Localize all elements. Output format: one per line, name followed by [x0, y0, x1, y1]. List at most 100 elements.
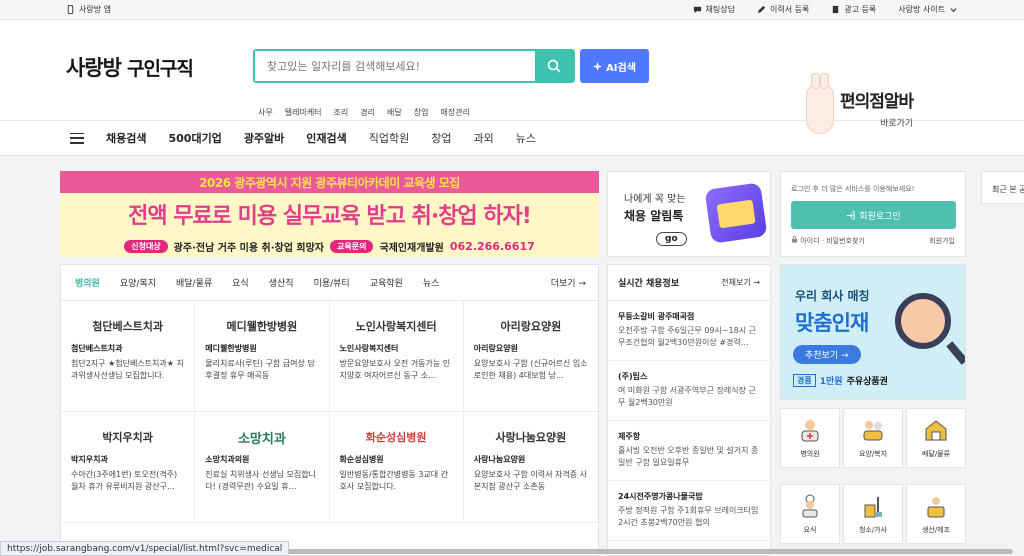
find-account-label: 아이디 · 비밀번호찾기 [800, 237, 865, 245]
tab-news[interactable]: 뉴스 [423, 276, 440, 289]
company-name: 제주항 [618, 432, 641, 441]
more-label: 더보기 [550, 279, 576, 289]
category-care[interactable]: 요양/복지 [843, 408, 903, 468]
doctor-icon [801, 420, 819, 442]
job-card[interactable]: 노인사랑복지센터 노인사랑복지센터 방문요양보호사 오전 거동가능 인지양호 여… [329, 301, 464, 412]
resume-register-link[interactable]: 이력서 등록 [757, 4, 809, 15]
tab-delivery[interactable]: 배달/물류 [176, 276, 212, 289]
company-logo: 소망치과 [237, 431, 286, 447]
site-logo[interactable]: 사랑방 구인구직 [66, 52, 194, 82]
keyword-link[interactable]: 조리 [334, 107, 349, 118]
company-name: 아리랑요양원 [473, 344, 518, 353]
recommend-button[interactable]: 추천보기 → [793, 345, 861, 364]
job-card[interactable]: 메디웰한방병원 메디웰한방병원 물리치료사(루틴) 구함 급여상 담후결정 휴무… [195, 301, 330, 412]
realtime-job-item[interactable]: (주)팁스 여 미화원 구함 서광주역부근 장례식장 근무 월2백30만원 [608, 361, 770, 421]
promo-footer: 신청대상 광주·전남 거주 미용 취·창업 희망자 교육문의 국제인재개발원 0… [60, 235, 599, 257]
realtime-jobs-panel: 실시간 채용정보 전체보기 → 무등소갈비 광주매곡점 오전주방 구함 주6일근… [607, 264, 771, 556]
search-button[interactable] [535, 51, 573, 81]
alim-go-button[interactable]: go [656, 232, 687, 246]
app-link[interactable]: 사랑방 앱 [66, 4, 111, 15]
keyword-link[interactable]: 매장관리 [440, 107, 469, 118]
recently-viewed-panel[interactable]: 최근 본 공 [981, 171, 1024, 204]
member-login-button[interactable]: 회원로그인 [791, 201, 956, 229]
view-all-label: 전체보기 [721, 278, 751, 287]
tab-care[interactable]: 요양/복지 [120, 276, 156, 289]
job-card[interactable]: 박지우치과 박지우치과 수아간(3주에1번) 토오전(격주) 월차 휴가 유류비… [61, 412, 196, 523]
tab-academy[interactable]: 교육학원 [370, 276, 403, 289]
lock-icon [791, 236, 798, 243]
realtime-view-all-link[interactable]: 전체보기 → [721, 277, 760, 288]
tab-hospital[interactable]: 병의원 [75, 276, 100, 289]
job-card[interactable]: 첨단베스트치과 첨단베스트치과 첨단2지구 ★첨단베스트치과★ 치과위생사선생님… [61, 301, 196, 412]
tab-food[interactable]: 요식 [232, 276, 249, 289]
sparkle-icon [593, 61, 603, 71]
company-logo: 메디웰한방병원 [226, 320, 298, 333]
keyword-link[interactable]: 사무 [258, 107, 273, 118]
ad-register-link[interactable]: 광고 등록 [831, 4, 876, 15]
realtime-job-item[interactable]: 무등소갈비 광주매곡점 오전주방 구함 주6일근무 09시~18시 근무조건협의… [608, 301, 770, 361]
caregiver-icon [863, 421, 883, 441]
header: 사랑방 구인구직 AI검색 사무 텔레마케터 조리 경리 배달 창업 매장관리 … [0, 20, 1024, 134]
realtime-job-item[interactable]: 24시전주명가콩나물국밥 주방 정직원 구함 주1회휴무 브레이크타임2시간 초… [608, 481, 770, 541]
job-grid: 첨단베스트치과 첨단베스트치과 첨단2지구 ★첨단베스트치과★ 치과위생사선생님… [61, 301, 598, 523]
category-job-panel: 병의원 요양/복지 배달/물류 요식 생산직 미용/뷰티 교육학원 뉴스 더보기… [60, 264, 599, 556]
menu-icon[interactable] [70, 132, 84, 144]
job-card[interactable]: 사랑나눔요양원 사랑나눔요양원 요양보호사 구함 이력서 자격증 사본지참 광산… [463, 412, 598, 523]
ad-label: 광고 등록 [844, 5, 877, 14]
job-card[interactable]: 화순성심병원 화순성심병원 일반병동/통합간병병동 3교대 간호사 모집합니다. [329, 412, 464, 523]
promo-contact: 국제인재개발원 [379, 242, 444, 254]
keyword-link[interactable]: 경리 [360, 107, 375, 118]
nav-news[interactable]: 뉴스 [516, 130, 536, 146]
keyword-link[interactable]: 텔레마케터 [285, 107, 322, 118]
convenience-store-banner[interactable]: 편의점알바 바로가기 [806, 73, 914, 134]
popular-keywords: 사무 텔레마케터 조리 경리 배달 창업 매장관리 [258, 107, 470, 118]
nav-startup[interactable]: 창업 [431, 130, 451, 146]
horizontal-scrollbar[interactable] [253, 549, 1013, 554]
category-label: 요식 [803, 525, 817, 534]
category-hospital[interactable]: 병의원 [780, 408, 840, 468]
realtime-title: 실시간 채용정보 [618, 279, 680, 289]
banner-title: 편의점알바 [840, 92, 914, 112]
category-delivery[interactable]: 배달/물류 [906, 408, 966, 468]
chef-icon [802, 494, 818, 517]
category-cleaning[interactable]: 청소/가사 [843, 483, 903, 544]
job-card[interactable]: 아리랑요양원 아리랑요양원 요양보호사 구함 (신규어르신 입소로인한 채용) … [463, 301, 598, 412]
tab-production[interactable]: 생산직 [269, 276, 294, 289]
more-link[interactable]: 더보기 → [551, 276, 586, 289]
job-card[interactable]: 소망치과 소망치과의원 진료실 치위생사 선생님 모집합니다! (경력무관) 수… [195, 412, 330, 523]
join-link[interactable]: 회원가입 [929, 236, 955, 246]
category-tabs: 병의원 요양/복지 배달/물류 요식 생산직 미용/뷰티 교육학원 뉴스 더보기… [61, 265, 598, 301]
alim-line2: 채용 알림톡 [624, 209, 684, 223]
keyword-link[interactable]: 배달 [387, 107, 402, 118]
find-account-link[interactable]: 아이디 · 비밀번호찾기 [791, 236, 865, 246]
job-description: 진료실 치위생사 선생님 모집합니다! (경력무관) 수요일 휴… [205, 470, 316, 491]
category-production[interactable]: 생산/제조 [906, 483, 966, 544]
keyword-link[interactable]: 창업 [414, 107, 429, 118]
ai-search-button[interactable]: AI검색 [580, 49, 649, 83]
alimtalk-card[interactable]: 나에게 꼭 맞는 채용 알림톡 go [607, 171, 771, 257]
chevron-down-icon [950, 8, 957, 13]
login-button-label: 회원로그인 [859, 211, 901, 222]
search-input[interactable] [255, 51, 535, 81]
nav-top500[interactable]: 500대기업 [168, 130, 221, 146]
chat-consult-link[interactable]: 채팅상담 [693, 4, 735, 15]
promo-headline: 2026 광주광역시 지원 광주뷰티아카데미 교육생 모집 [60, 171, 599, 193]
nav-academy[interactable]: 직업학원 [369, 130, 409, 146]
reward-suffix: 주유상품권 [846, 377, 888, 387]
nav-job-search[interactable]: 채용검색 [106, 130, 146, 146]
nav-tutoring[interactable]: 과외 [474, 130, 494, 146]
nav-talent-search[interactable]: 인재검색 [306, 130, 346, 146]
nav-gwangju-alba[interactable]: 광주알바 [244, 130, 284, 146]
realtime-job-item[interactable]: 제주항 홀서빙 오전반 오후반 종일반 및 설거지 종일반 구함 일요일휴무 [608, 421, 770, 481]
sarangbang-sites-dropdown[interactable]: 사랑방 사이트 [898, 4, 958, 15]
talent-matching-ad[interactable]: 우리 회사 매칭 맞춤인재 추천보기 → 경품 1만원 주유상품권 [780, 264, 966, 400]
promo-banner[interactable]: 2026 광주광역시 지원 광주뷰티아카데미 교육생 모집 전액 무료로 미용 … [60, 171, 599, 257]
job-description: 첨단2지구 ★첨단베스트치과★ 치과위생사선생님 모집합니다. [71, 359, 184, 380]
pencil-icon [757, 5, 766, 14]
promo-main-text: 전액 무료로 미용 실무교육 받고 취·창업 하자! [60, 193, 599, 235]
job-description: 요양보호사 구함 이력서 자격증 사본지참 광산구 소촌동 [473, 470, 587, 491]
category-food[interactable]: 요식 [780, 483, 840, 544]
logo-sub: 구인구직 [126, 57, 194, 80]
tab-beauty[interactable]: 미용/뷰티 [314, 276, 350, 289]
ad-line2: 맞춤인재 [795, 311, 869, 335]
